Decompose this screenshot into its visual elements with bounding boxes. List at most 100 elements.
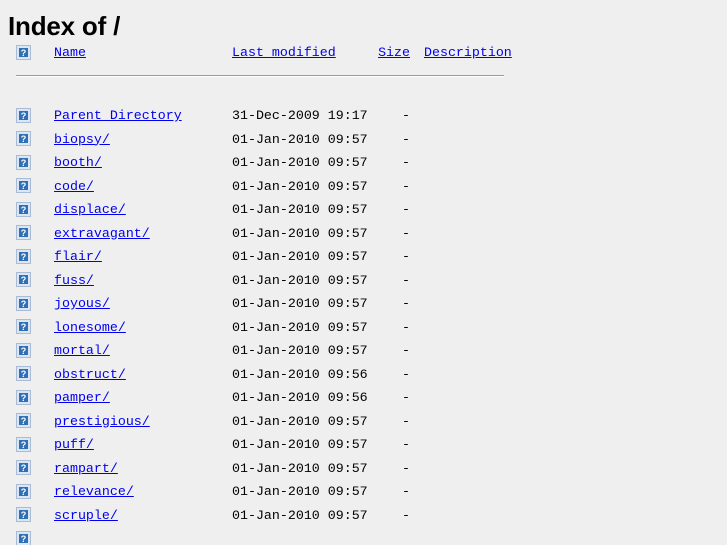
directory-listing-table: Name Last modified Size Description: [8, 41, 512, 545]
row-icon-cell: [8, 410, 54, 434]
row-icon-cell: [8, 339, 54, 363]
row-last-modified: 01-Jan-2010 09:57: [232, 178, 368, 194]
broken-image-icon: [16, 483, 31, 499]
row-size: -: [402, 296, 410, 311]
directory-link[interactable]: mortal/: [54, 343, 110, 358]
row-last-modified: 01-Jan-2010 09:56: [232, 390, 368, 405]
row-icon-cell: [8, 433, 54, 457]
header-description-cell: Description: [414, 41, 512, 65]
directory-link[interactable]: biopsy/: [54, 132, 110, 147]
broken-image-icon: [16, 272, 31, 288]
directory-link[interactable]: joyous/: [54, 296, 110, 311]
row-size: -: [402, 319, 410, 335]
row-description: [414, 151, 512, 175]
sort-by-last-modified-link[interactable]: Last modified: [232, 45, 336, 60]
table-row: displace/01-Jan-2010 09:57 -: [8, 198, 512, 222]
header-rule-cell: [8, 65, 512, 89]
directory-link[interactable]: prestigious/: [54, 414, 150, 429]
row-name-cell: pamper/: [54, 386, 232, 410]
directory-link[interactable]: relevance/: [54, 484, 134, 499]
row-description: [414, 222, 512, 246]
table-row: [8, 527, 512, 545]
row-icon-cell: [8, 457, 54, 481]
table-row: scruple/01-Jan-2010 09:57 -: [8, 504, 512, 528]
row-icon-cell: [8, 198, 54, 222]
directory-link[interactable]: rampart/: [54, 461, 118, 476]
directory-link[interactable]: lonesome/: [54, 320, 126, 335]
row-description: [414, 480, 512, 504]
row-size: -: [402, 178, 410, 194]
sort-by-description-link[interactable]: Description: [424, 45, 512, 60]
header-icon-cell: [8, 41, 54, 65]
row-size: -: [402, 460, 410, 476]
row-last-modified: 01-Jan-2010 09:57: [232, 249, 368, 264]
row-icon-cell: [8, 222, 54, 246]
table-row: extravagant/01-Jan-2010 09:57 -: [8, 222, 512, 246]
directory-link[interactable]: obstruct/: [54, 367, 126, 382]
row-icon-cell: [8, 269, 54, 293]
row-description: [414, 386, 512, 410]
directory-link[interactable]: fuss/: [54, 273, 94, 288]
directory-link[interactable]: Parent Directory: [54, 108, 182, 123]
broken-image-icon: [16, 225, 31, 241]
sort-by-size-link[interactable]: Size: [378, 45, 410, 60]
row-description: [414, 363, 512, 387]
row-description: [414, 175, 512, 199]
row-description: [414, 433, 512, 457]
row-description: [414, 292, 512, 316]
row-size: -: [402, 131, 410, 147]
directory-link[interactable]: extravagant/: [54, 226, 150, 241]
directory-link[interactable]: code/: [54, 179, 94, 194]
header-size-cell: Size: [372, 41, 414, 65]
row-icon-cell: [8, 386, 54, 410]
row-last-modified: 01-Jan-2010 09:57: [232, 343, 368, 358]
directory-link[interactable]: displace/: [54, 202, 126, 217]
directory-link[interactable]: booth/: [54, 155, 102, 170]
header-rule-row: [8, 65, 512, 89]
directory-link[interactable]: scruple/: [54, 508, 118, 523]
broken-image-icon: [16, 248, 31, 264]
broken-image-icon: [16, 319, 31, 335]
row-icon-cell: [8, 363, 54, 387]
header-name-cell: Name: [54, 41, 232, 65]
table-row: biopsy/01-Jan-2010 09:57 -: [8, 128, 512, 152]
broken-image-icon: [16, 413, 31, 429]
row-name-cell: scruple/: [54, 504, 232, 528]
directory-link[interactable]: pamper/: [54, 390, 110, 405]
broken-image-icon: [16, 107, 31, 123]
broken-image-icon: [16, 436, 31, 452]
row-size: -: [402, 484, 410, 499]
row-name-cell: extravagant/: [54, 222, 232, 246]
table-row: pamper/01-Jan-2010 09:56 -: [8, 386, 512, 410]
table-header-row: Name Last modified Size Description: [8, 41, 512, 65]
row-size: -: [402, 249, 410, 264]
broken-image-icon: [16, 530, 31, 545]
row-last-modified: 01-Jan-2010 09:57: [232, 272, 368, 288]
row-last-modified: 01-Jan-2010 09:57: [232, 484, 368, 499]
broken-image-icon: [16, 460, 31, 476]
row-size: -: [402, 202, 410, 217]
broken-image-icon: [16, 295, 31, 311]
row-size: -: [402, 366, 410, 382]
directory-link[interactable]: puff/: [54, 437, 94, 452]
sort-by-name-link[interactable]: Name: [54, 45, 86, 60]
table-row: code/01-Jan-2010 09:57 -: [8, 175, 512, 199]
row-last-modified: 31-Dec-2009 19:17: [232, 108, 368, 123]
row-name-cell: mortal/: [54, 339, 232, 363]
row-size: -: [402, 507, 410, 523]
row-description: [414, 198, 512, 222]
row-last-modified: 01-Jan-2010 09:57: [232, 296, 368, 311]
row-last-modified: 01-Jan-2010 09:57: [232, 155, 368, 170]
row-size: -: [402, 343, 410, 358]
row-size: -: [402, 225, 410, 241]
table-row: fuss/01-Jan-2010 09:57 -: [8, 269, 512, 293]
row-size: -: [402, 437, 410, 452]
row-last-modified: 01-Jan-2010 09:57: [232, 131, 368, 147]
row-description: [414, 504, 512, 528]
row-icon-cell: [8, 245, 54, 269]
row-description: [414, 269, 512, 293]
row-name-cell: puff/: [54, 433, 232, 457]
row-last-modified: 01-Jan-2010 09:57: [232, 202, 368, 217]
directory-link[interactable]: flair/: [54, 249, 102, 264]
row-size: -: [402, 413, 410, 429]
